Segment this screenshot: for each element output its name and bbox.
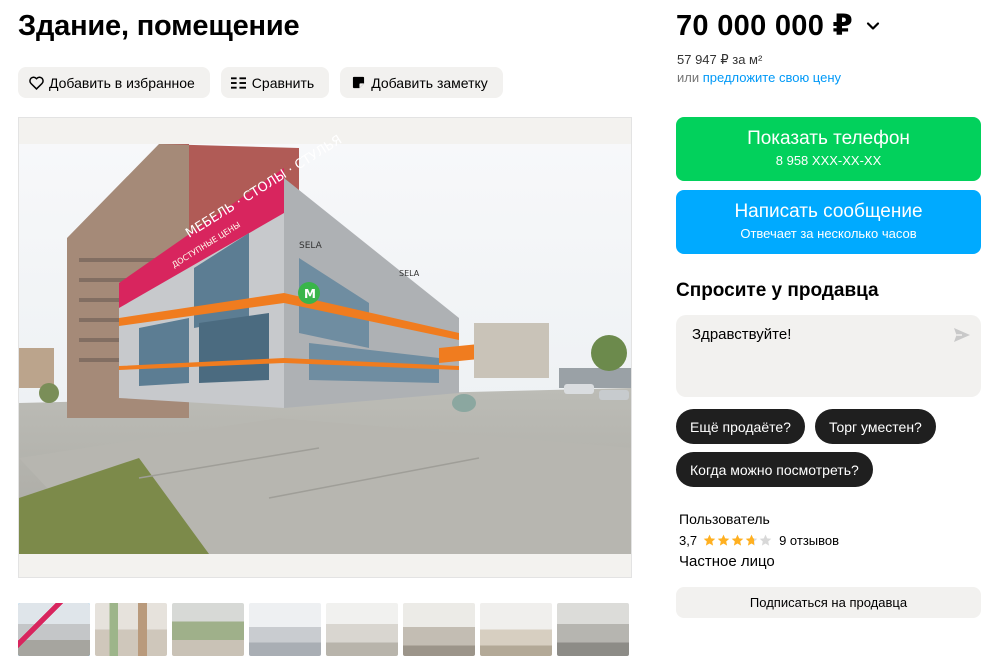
ask-seller-input[interactable]: Здравствуйте! <box>676 315 981 397</box>
compare-icon <box>231 75 247 91</box>
show-phone-label: Показать телефон <box>747 128 910 149</box>
send-icon[interactable] <box>953 326 971 344</box>
sign-brand-text: SELA <box>299 241 323 251</box>
seller-rating-row: 3,7 9 отзывов <box>679 533 839 548</box>
star-icon <box>759 534 772 546</box>
offer-prefix: или <box>677 70 700 85</box>
heart-icon <box>28 75 44 91</box>
add-to-favorites-label: Добавить в избранное <box>49 74 195 91</box>
seller-kind: Частное лицо <box>679 553 775 570</box>
rating-stars <box>703 534 773 547</box>
suggest-price-link[interactable]: предложите свою цену <box>703 70 841 85</box>
listing-actions: Добавить в избранное Сравнить Добавить з… <box>18 67 503 98</box>
write-message-button[interactable]: Написать сообщение Отвечает за несколько… <box>676 190 981 254</box>
price-per-sqm: 57 947 ₽ за м² <box>677 52 763 67</box>
seller-reviews-link[interactable]: 9 отзывов <box>779 533 839 548</box>
response-time: Отвечает за несколько часов <box>740 226 917 241</box>
price-value: 70 000 000 ₽ <box>676 10 853 42</box>
seller-name[interactable]: Пользователь <box>679 511 770 527</box>
thumbnail-7[interactable] <box>480 603 552 656</box>
compare-label: Сравнить <box>251 74 315 91</box>
thumbnail-5[interactable] <box>326 603 398 656</box>
thumbnail-6[interactable] <box>403 603 475 656</box>
thumbnail-3[interactable] <box>172 603 244 656</box>
star-icon <box>745 534 758 546</box>
ask-seller-message[interactable]: Здравствуйте! <box>692 326 791 343</box>
quick-reply-when-to-view[interactable]: Когда можно посмотреть? <box>676 452 873 487</box>
chevron-down-icon[interactable] <box>865 18 881 34</box>
price-row: 70 000 000 ₽ <box>676 8 881 43</box>
compare-button[interactable]: Сравнить <box>220 67 330 98</box>
quick-reply-still-selling[interactable]: Ещё продаёте? <box>676 409 805 444</box>
star-icon <box>703 534 716 546</box>
add-note-label: Добавить заметку <box>371 74 488 91</box>
thumbnail-2[interactable] <box>95 603 167 656</box>
subscribe-seller-button[interactable]: Подписаться на продавца <box>676 587 981 618</box>
thumbnail-1[interactable] <box>18 603 90 656</box>
thumbnail-4[interactable] <box>249 603 321 656</box>
thumbnail-8[interactable] <box>557 603 629 656</box>
show-phone-button[interactable]: Показать телефон 8 958 XXX-XX-XX <box>676 117 981 181</box>
building-photo: МЕБЕЛЬ · СТОЛЫ · СТУЛЬЯ ДОСТУПНЫЕ ЦЕНЫ M… <box>19 118 631 577</box>
ask-seller-title: Спросите у продавца <box>676 280 879 301</box>
offer-line: или предложите свою цену <box>677 70 841 85</box>
star-icon <box>731 534 744 546</box>
add-note-button[interactable]: Добавить заметку <box>340 67 503 98</box>
sign-brand2-text: SELA <box>399 269 420 278</box>
star-icon <box>717 534 730 546</box>
sign-logo-text: M <box>304 287 316 301</box>
seller-rating-value: 3,7 <box>679 533 698 548</box>
quick-reply-bargain[interactable]: Торг уместен? <box>815 409 936 444</box>
photo-thumbnails <box>18 603 629 656</box>
listing-title: Здание, помещение <box>18 10 300 42</box>
add-to-favorites-button[interactable]: Добавить в избранное <box>18 67 210 98</box>
main-photo[interactable]: МЕБЕЛЬ · СТОЛЫ · СТУЛЬЯ ДОСТУПНЫЕ ЦЕНЫ M… <box>18 117 632 578</box>
note-icon <box>350 75 366 91</box>
write-message-label: Написать сообщение <box>734 201 923 222</box>
masked-phone: 8 958 XXX-XX-XX <box>775 153 882 168</box>
